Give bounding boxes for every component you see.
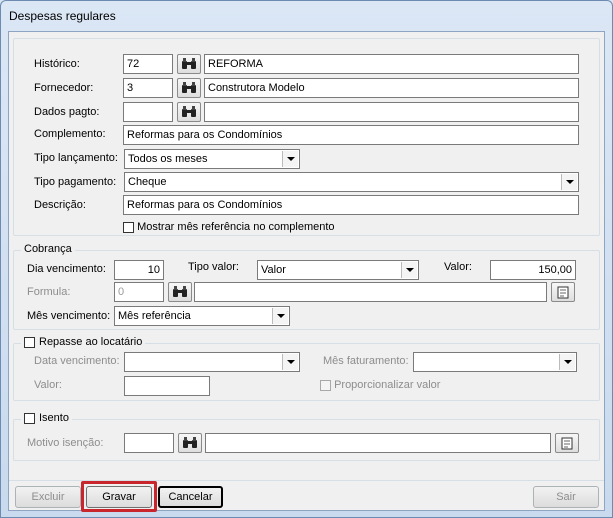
historico-search-button[interactable]: [177, 54, 201, 74]
binoculars-icon: [182, 106, 196, 117]
dia-vencimento-input[interactable]: 10: [114, 260, 164, 280]
isento-checkbox[interactable]: [24, 412, 35, 424]
mes-vencimento-select[interactable]: Mês referência: [114, 306, 290, 326]
motivo-isencao-label: Motivo isenção:: [27, 437, 104, 449]
title-bar: Despesas regulares: [1, 1, 612, 31]
repasse-legend-text: Repasse ao locatário: [39, 336, 143, 348]
data-vencimento-select[interactable]: [124, 352, 300, 372]
chevron-down-icon[interactable]: [272, 308, 288, 324]
mes-faturamento-select[interactable]: [413, 352, 577, 372]
complemento-label: Complemento:: [34, 128, 106, 140]
chevron-down-icon[interactable]: [282, 354, 298, 370]
window-title: Despesas regulares: [9, 9, 116, 23]
historico-code-input[interactable]: 72: [123, 54, 173, 74]
formula-label: Formula:: [27, 286, 71, 298]
complemento-input[interactable]: Reformas para os Condomínios: [123, 125, 579, 145]
motivo-description-input[interactable]: [205, 433, 551, 453]
checkbox-box[interactable]: [320, 379, 331, 391]
excluir-button[interactable]: Excluir: [15, 486, 81, 508]
chevron-down-icon[interactable]: [282, 151, 298, 167]
isento-legend-text: Isento: [39, 412, 69, 424]
dados-pagto-label: Dados pagto:: [34, 106, 100, 118]
dia-vencimento-label: Dia vencimento:: [27, 263, 106, 275]
repasse-checkbox[interactable]: [24, 336, 35, 348]
cancelar-button[interactable]: Cancelar: [158, 486, 223, 508]
gravar-button[interactable]: Gravar: [86, 486, 152, 508]
mes-faturamento-label: Mês faturamento:: [323, 355, 409, 367]
notepad-icon: [561, 437, 573, 449]
formula-description-input[interactable]: [194, 282, 547, 302]
tipo-pagamento-value: Cheque: [128, 176, 167, 188]
checkbox-box[interactable]: [123, 221, 134, 233]
fornecedor-search-button[interactable]: [177, 78, 201, 98]
data-vencimento-label: Data vencimento:: [34, 355, 120, 367]
isento-legend[interactable]: Isento: [21, 412, 72, 424]
repasse-legend[interactable]: Repasse ao locatário: [21, 336, 146, 348]
notepad-icon: [557, 286, 569, 298]
tipo-pagamento-label: Tipo pagamento:: [34, 176, 117, 188]
dados-pagto-search-button[interactable]: [177, 102, 201, 122]
mes-vencimento-label: Mês vencimento:: [27, 310, 111, 322]
proporcionalizar-label: Proporcionalizar valor: [334, 379, 441, 391]
dados-pagto-code-input[interactable]: [123, 102, 173, 122]
cobranca-legend-text: Cobrança: [24, 243, 72, 255]
mes-vencimento-value: Mês referência: [118, 310, 191, 322]
chevron-down-icon[interactable]: [401, 262, 417, 278]
motivo-search-button[interactable]: [178, 433, 202, 453]
formula-notes-button[interactable]: [551, 282, 575, 302]
fornecedor-code-input[interactable]: 3: [123, 78, 173, 98]
dialog-client: Histórico: 72 REFORMA Fornecedor: 3 Cons…: [8, 31, 605, 512]
binoculars-icon: [183, 437, 197, 448]
binoculars-icon: [182, 82, 196, 93]
chevron-down-icon[interactable]: [561, 174, 577, 190]
tipo-valor-label: Tipo valor:: [188, 261, 239, 273]
tipo-valor-select[interactable]: Valor: [257, 260, 419, 280]
fornecedor-label: Fornecedor:: [34, 82, 94, 94]
valor-label: Valor:: [444, 261, 472, 273]
chevron-down-icon[interactable]: [559, 354, 575, 370]
tipo-pagamento-select[interactable]: Cheque: [124, 172, 579, 192]
formula-search-button[interactable]: [168, 282, 192, 302]
descricao-input[interactable]: Reformas para os Condomínios: [123, 195, 579, 215]
formula-code-input[interactable]: 0: [114, 282, 164, 302]
motivo-code-input[interactable]: [124, 433, 174, 453]
proporcionalizar-checkbox[interactable]: Proporcionalizar valor: [320, 379, 440, 391]
binoculars-icon: [173, 286, 187, 297]
dados-pagto-description-input[interactable]: [204, 102, 579, 122]
fornecedor-description-input[interactable]: Construtora Modelo: [204, 78, 579, 98]
mostrar-mes-checkbox[interactable]: Mostrar mês referência no complemento: [123, 221, 335, 233]
cobranca-legend: Cobrança: [21, 243, 75, 255]
motivo-notes-button[interactable]: [555, 433, 579, 453]
historico-label: Histórico:: [34, 58, 80, 70]
binoculars-icon: [182, 58, 196, 69]
tipo-valor-value: Valor: [261, 264, 286, 276]
repasse-valor-label: Valor:: [34, 379, 62, 391]
historico-description-input[interactable]: REFORMA: [204, 54, 579, 74]
mostrar-mes-label: Mostrar mês referência no complemento: [137, 221, 335, 233]
valor-input[interactable]: 150,00: [490, 260, 576, 280]
dialog-window: Despesas regulares Histórico: 72 REFORMA…: [0, 0, 613, 518]
descricao-label: Descrição:: [34, 199, 86, 211]
sair-button[interactable]: Sair: [533, 486, 599, 508]
tipo-lancamento-select[interactable]: Todos os meses: [124, 149, 300, 169]
repasse-valor-input[interactable]: [124, 376, 210, 396]
tipo-lancamento-value: Todos os meses: [128, 153, 208, 165]
tipo-lancamento-label: Tipo lançamento:: [34, 152, 118, 164]
